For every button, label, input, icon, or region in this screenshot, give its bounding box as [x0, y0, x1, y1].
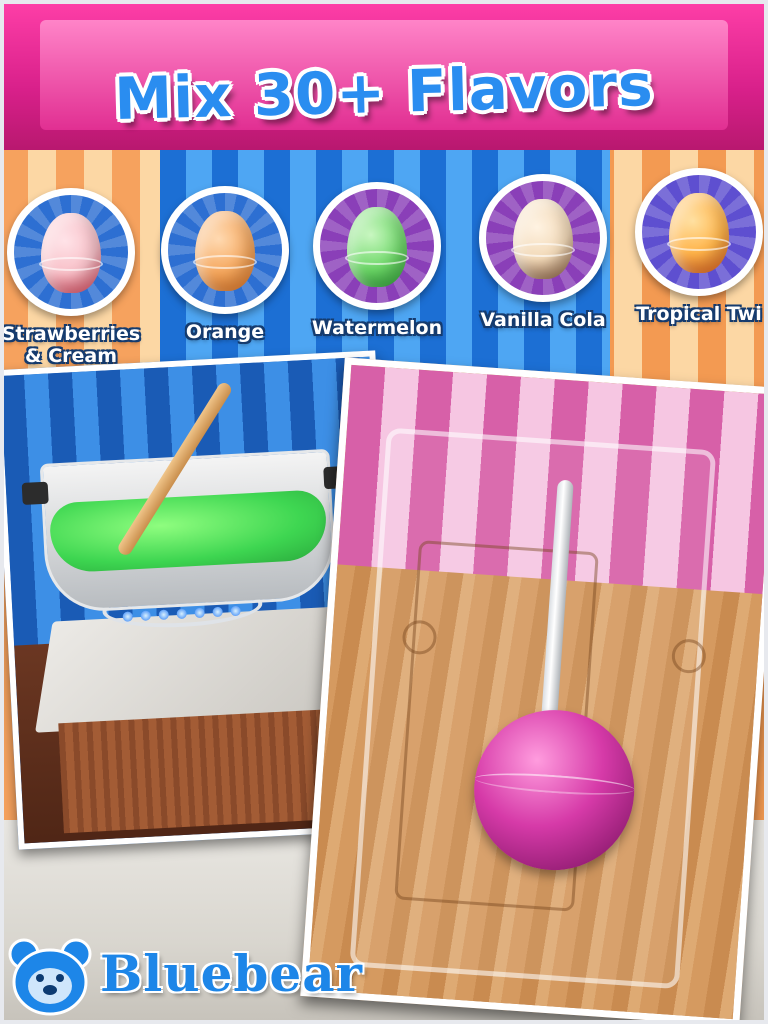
candy-shape — [41, 213, 101, 293]
candy-band — [667, 237, 731, 251]
flavor-candy-icon — [313, 182, 441, 310]
flavor-candy-icon — [7, 188, 135, 316]
flavor-candy-icon — [161, 186, 289, 314]
flavor-item-strawberries-cream[interactable]: Strawberries & Cream — [0, 188, 146, 368]
pot-handle-left — [21, 481, 49, 505]
candy-band — [39, 257, 103, 271]
flavor-label: Vanilla Cola — [480, 309, 606, 331]
flavor-label: Orange — [185, 321, 265, 343]
flavor-label: Strawberries & Cream — [1, 323, 141, 367]
brand-name: Bluebear — [100, 944, 363, 1003]
candy-shape — [195, 211, 255, 291]
candy-shape — [669, 193, 729, 273]
flavor-label: Watermelon — [311, 317, 443, 339]
candy-band — [345, 251, 409, 265]
green-candy-liquid — [48, 489, 329, 574]
flavor-item-vanilla-cola[interactable]: Vanilla Cola — [468, 174, 618, 332]
bear-icon — [8, 938, 92, 1016]
flavor-candy-icon — [479, 174, 607, 302]
candy-shape — [347, 207, 407, 287]
flavor-item-tropical-twist[interactable]: Tropical Twi — [624, 168, 768, 326]
flavor-label: Tropical Twi — [636, 303, 762, 325]
flavor-item-watermelon[interactable]: Watermelon — [302, 182, 452, 340]
flavor-item-orange[interactable]: Orange — [150, 186, 300, 344]
candy-band — [511, 243, 575, 257]
candy-shape — [513, 199, 573, 279]
flavor-candy-icon — [635, 168, 763, 296]
brand-logo: Bluebear — [8, 934, 368, 1016]
candy-band — [193, 255, 257, 269]
lollipop-mold-card — [300, 357, 768, 1024]
screenshot-stage: Mix 30+ Flavors Strawberries & Cream Ora… — [0, 0, 768, 1024]
